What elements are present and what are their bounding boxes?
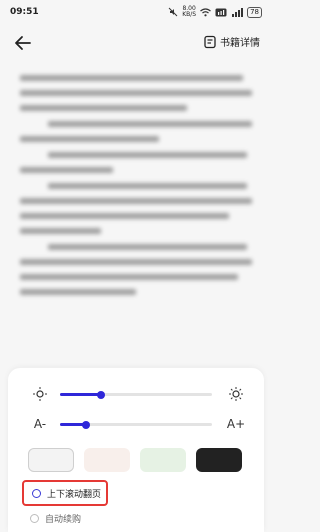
signal-icon-2 bbox=[232, 7, 244, 17]
brightness-row bbox=[8, 382, 264, 406]
network-speed: 8.00 KB/S bbox=[182, 6, 196, 18]
mute-icon bbox=[168, 7, 178, 17]
signal-icon bbox=[215, 8, 227, 16]
auto-buy-option[interactable]: 自动续购 bbox=[30, 512, 81, 525]
brightness-slider[interactable] bbox=[60, 390, 212, 399]
brightness-slider-fill bbox=[60, 393, 101, 396]
blurred-paragraph bbox=[20, 121, 252, 142]
reading-content bbox=[20, 66, 252, 366]
blurred-paragraph bbox=[20, 183, 252, 234]
status-time: 09:51 bbox=[10, 7, 39, 17]
back-arrow-icon[interactable] bbox=[12, 32, 34, 54]
blurred-paragraph bbox=[20, 75, 252, 111]
network-speed-unit: KB/S bbox=[182, 11, 197, 18]
brightness-high-icon bbox=[226, 384, 246, 404]
auto-buy-radio[interactable] bbox=[30, 514, 39, 523]
font-decrease-button[interactable]: A- bbox=[30, 414, 50, 434]
theme-selector bbox=[28, 448, 248, 472]
theme-green[interactable] bbox=[140, 448, 186, 472]
theme-white[interactable] bbox=[28, 448, 74, 472]
font-increase-button[interactable]: A+ bbox=[226, 414, 246, 434]
auto-buy-label: 自动续购 bbox=[45, 515, 82, 525]
top-bar: 书籍详情 bbox=[0, 28, 272, 58]
blurred-paragraph bbox=[20, 244, 252, 295]
battery-indicator: 78 bbox=[247, 6, 262, 18]
font-size-slider-thumb[interactable] bbox=[82, 420, 90, 429]
blurred-paragraph bbox=[20, 152, 252, 173]
scroll-mode-radio[interactable] bbox=[32, 488, 41, 498]
book-details-icon bbox=[204, 35, 216, 48]
book-details-button[interactable]: 书籍详情 bbox=[203, 34, 260, 49]
status-bar: 09:51 8.00 KB/S 78 bbox=[0, 0, 272, 24]
theme-pink[interactable] bbox=[84, 448, 130, 472]
brightness-slider-thumb[interactable] bbox=[97, 390, 105, 399]
brightness-low-icon bbox=[30, 384, 50, 404]
status-icons: 8.00 KB/S 78 bbox=[168, 6, 262, 18]
wifi-icon bbox=[200, 7, 211, 16]
font-size-row: A- A+ bbox=[8, 412, 264, 436]
scroll-mode-label: 上下滚动翻页 bbox=[47, 489, 102, 500]
scroll-mode-option[interactable]: 上下滚动翻页 bbox=[22, 480, 108, 506]
reader-settings-panel: A- A+ 上下滚动翻页 自动续购 bbox=[8, 368, 264, 532]
book-details-label: 书籍详情 bbox=[220, 38, 260, 49]
theme-black[interactable] bbox=[196, 448, 242, 472]
font-size-slider[interactable] bbox=[60, 420, 212, 429]
